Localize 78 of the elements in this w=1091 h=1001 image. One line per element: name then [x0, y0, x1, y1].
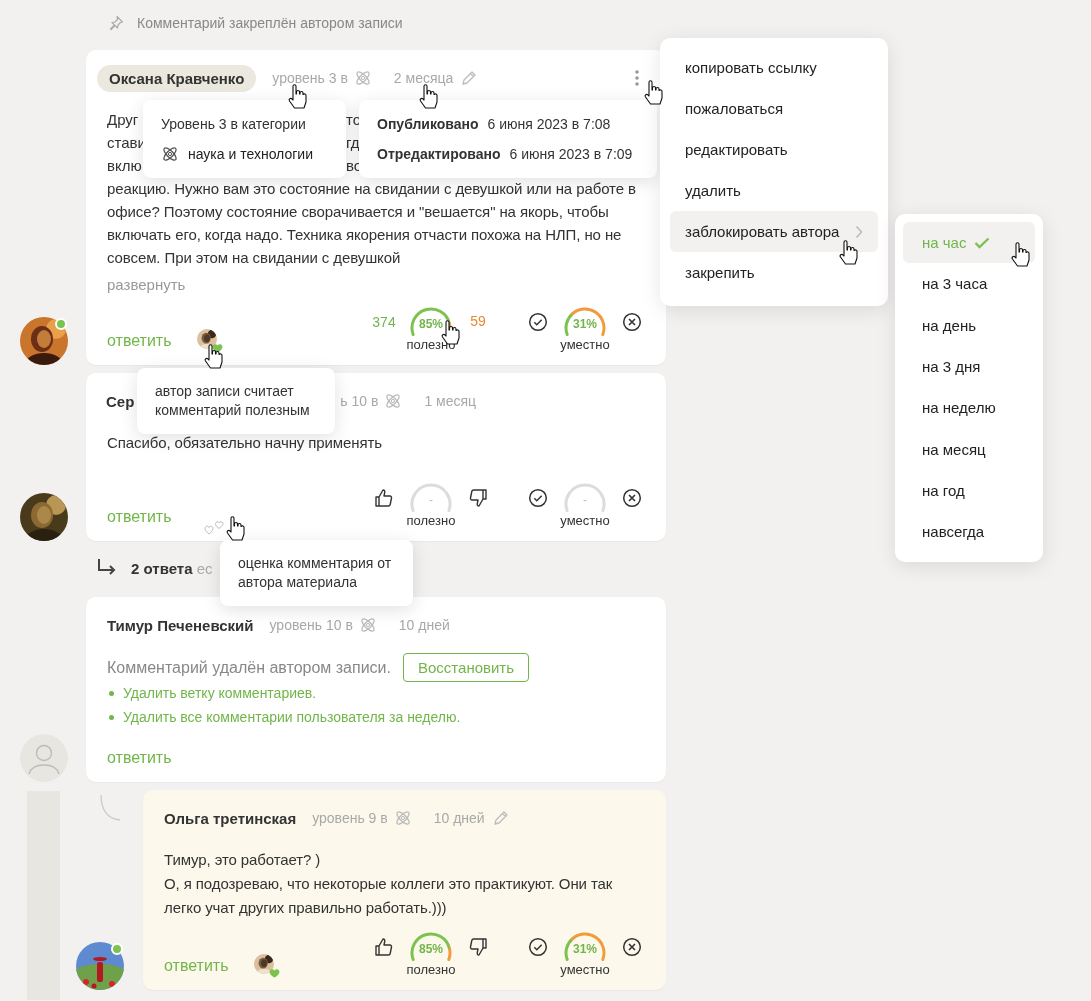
cross-circle-icon[interactable] [622, 937, 642, 957]
gauge-label: уместно [560, 513, 610, 529]
hand-cursor-icon [838, 240, 858, 266]
gauge-value: 31% [572, 942, 598, 956]
cross-circle-icon[interactable] [622, 312, 642, 332]
more-icon[interactable] [634, 69, 640, 87]
user-level: уровень 3 в [272, 70, 348, 86]
user-level: уровень 9 в [312, 810, 388, 826]
gauge-value: 85% [418, 317, 444, 331]
comment-text: О, я подозреваю, что некоторые коллеги это практикуют. Они так легко учат других правильно работать.))) [164, 874, 614, 918]
user-level: уровень 10 в [269, 617, 353, 633]
gauge-value: 31% [572, 317, 598, 331]
check-circle-icon[interactable] [528, 488, 548, 508]
author-name[interactable]: Сер [106, 392, 135, 410]
deleted-note: Комментарий удалён автором записи. [107, 658, 391, 677]
hand-cursor-icon [1010, 242, 1030, 268]
comment-time: 1 месяц [424, 393, 477, 409]
comment-text: Тимур, это работает? ) [164, 850, 322, 870]
comment-text: Друг [107, 110, 139, 130]
check-circle-icon[interactable] [528, 312, 548, 332]
gauge-value: - [428, 493, 434, 507]
atom-icon [384, 392, 403, 410]
pinned-note: Комментарий закреплён автором записи [137, 15, 403, 31]
gauge-value: - [582, 493, 588, 507]
menu-item[interactable]: редактировать [670, 129, 878, 170]
submenu-item[interactable]: навсегда [903, 511, 1035, 553]
comment-time: 10 дней [433, 810, 485, 826]
thumbs-down-icon[interactable] [468, 937, 488, 957]
thread-connector [99, 794, 121, 822]
gauge-label: полезно [406, 962, 456, 978]
tooltip-text: оценка комментария от автора материала [238, 554, 393, 592]
submenu-item[interactable]: на день [903, 304, 1035, 346]
atom-icon [161, 145, 179, 163]
gauge-label: полезно [406, 513, 456, 529]
tooltip-text: автор записи считает комментарий полезным [155, 382, 311, 420]
category-link[interactable]: наука и технологии [188, 139, 313, 169]
pin-icon [108, 15, 124, 31]
thumbs-up-icon[interactable] [374, 937, 394, 957]
comment-text: гд [346, 133, 360, 153]
cross-circle-icon[interactable] [622, 488, 642, 508]
author-name[interactable]: Тимур Печеневский [107, 616, 254, 634]
comment-time: 2 месяца [393, 70, 454, 86]
comment-text: реакцию. Нужно вам это состояние на свидании с девушкой или на работе в офисе? Поэтому состояние сворачивается и "вешается" на якорь, чтобы включать его, когда надо. Техника якорения отчасти похожа на НЛП, но не совсем. При этом на свидании с девушкой [107, 179, 637, 268]
atom-icon [358, 616, 377, 634]
gauge-value: 85% [418, 942, 444, 956]
submenu-item[interactable]: на год [903, 469, 1035, 512]
menu-item[interactable]: копировать ссылку [670, 47, 878, 88]
rating-gauge [408, 482, 454, 512]
author-name[interactable]: Ольга третинская [164, 809, 297, 827]
rating-gauge [408, 931, 454, 961]
submenu-item[interactable]: на неделю [903, 387, 1035, 429]
atom-icon [353, 69, 372, 87]
rating-gauge [562, 306, 608, 336]
comment-text: вклю [107, 156, 142, 176]
check-circle-icon[interactable] [528, 937, 548, 957]
replies-toggle[interactable]: 2 ответа ес [131, 559, 213, 577]
tooltip-text: Опубликовано 6 июня 2023 в 7:08 [377, 115, 612, 134]
gauge-label: уместно [560, 962, 610, 978]
author-name[interactable]: Оксана Кравченко [97, 64, 257, 92]
submenu-item[interactable]: на 3 дня [903, 345, 1035, 388]
menu-item[interactable]: удалить [670, 170, 878, 211]
menu-item[interactable]: закрепить [670, 252, 878, 293]
thumbs-up-icon[interactable] [374, 488, 394, 508]
menu-item[interactable]: заблокировать автора [670, 211, 878, 252]
checkmark-icon [974, 236, 991, 249]
user-level: ь 10 в [340, 393, 379, 409]
gauge-label: уместно [560, 337, 610, 353]
thumbs-down-icon[interactable] [468, 488, 488, 508]
submenu-item[interactable]: на месяц [903, 428, 1035, 470]
atom-icon [393, 809, 412, 827]
rating-gauge [562, 482, 608, 512]
tooltip-text: Уровень 3 в категории [161, 115, 307, 134]
rating-gauge [562, 931, 608, 961]
menu-item[interactable]: пожаловаться [670, 88, 878, 129]
comment-time: 10 дней [398, 617, 450, 633]
submenu-item[interactable]: на 3 часа [903, 263, 1035, 305]
tooltip-text: Отредактировано 6 июня 2023 в 7:09 [377, 145, 634, 164]
comment-text: Спасибо, обязательно начну применять [107, 433, 384, 453]
